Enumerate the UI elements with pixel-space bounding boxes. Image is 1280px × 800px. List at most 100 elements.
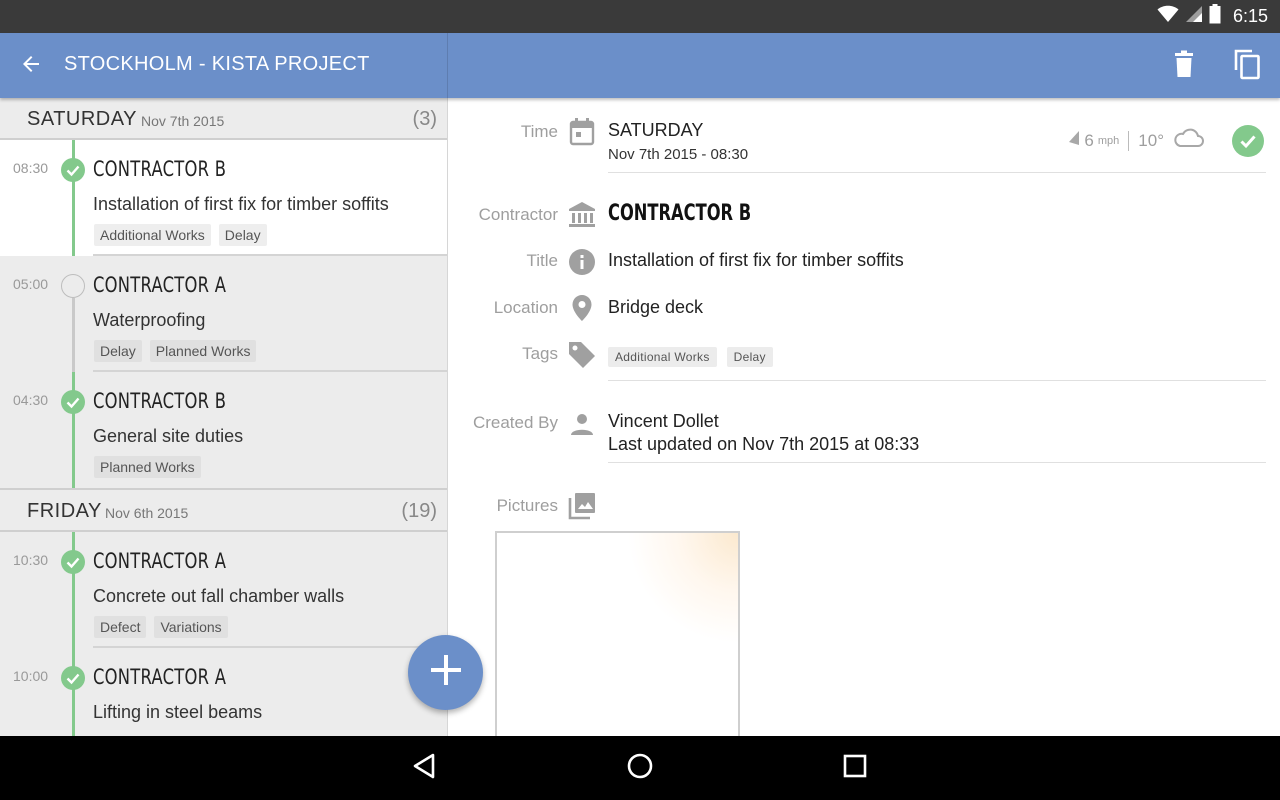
timeline-line	[72, 648, 75, 736]
copy-icon	[1233, 48, 1261, 85]
list-item[interactable]: 08:30 CONTRACTOR B Installation of first…	[0, 140, 447, 256]
entry-contractor: CONTRACTOR B	[93, 389, 227, 413]
trash-icon	[1172, 50, 1196, 83]
bank-icon	[567, 200, 597, 230]
status-bar: 6:15	[0, 0, 1280, 33]
status-done-icon	[61, 390, 85, 414]
pictures-label: Pictures	[496, 496, 558, 515]
day-header: FRIDAY Nov 6th 2015 (19)	[0, 490, 447, 532]
entry-title: General site duties	[93, 426, 244, 446]
created-by-label: Created By	[472, 413, 558, 432]
nav-back-button[interactable]	[406, 750, 442, 786]
tag: Delay	[726, 347, 773, 367]
entry-contractor: CONTRACTOR A	[93, 665, 227, 689]
circle-home-icon	[627, 753, 653, 784]
entry-title: Concrete out fall chamber walls	[93, 586, 345, 606]
tag: Delay	[218, 224, 267, 246]
detail-last-updated: Last updated on Nov 7th 2015 at 08:33	[608, 434, 920, 454]
detail-title: Installation of first fix for timber sof…	[608, 250, 904, 270]
wifi-icon	[1157, 5, 1179, 28]
battery-icon	[1209, 4, 1221, 29]
status-done-icon	[1232, 125, 1264, 157]
day-header: SATURDAY Nov 7th 2015 (3)	[0, 98, 447, 140]
nav-recents-button[interactable]	[837, 750, 873, 786]
entry-title: Lifting in steel beams	[93, 702, 263, 722]
status-open-icon	[61, 274, 85, 298]
tag: Variations	[154, 616, 228, 638]
tag-icon	[567, 340, 597, 370]
wind-direction-icon	[1068, 130, 1080, 151]
list-item[interactable]: 04:30 CONTRACTOR B General site duties P…	[0, 372, 447, 488]
entry-title: Installation of first fix for timber sof…	[93, 194, 389, 214]
day-date: Nov 6th 2015	[105, 505, 189, 521]
location-pin-icon	[567, 293, 597, 323]
entry-time: 10:00	[13, 668, 49, 684]
day-count: (3)	[412, 108, 437, 130]
status-done-icon	[61, 158, 85, 182]
list-item[interactable]: 10:30 CONTRACTOR A Concrete out fall cha…	[0, 532, 447, 648]
timeline-line	[72, 298, 75, 372]
person-icon	[567, 409, 597, 439]
entry-tags: Delay Planned Works	[94, 340, 257, 362]
signal-icon	[1185, 5, 1203, 28]
list-item[interactable]: 05:00 CONTRACTOR A Waterproofing Delay P…	[0, 256, 447, 372]
photo-library-icon	[567, 491, 597, 521]
entry-time: 04:30	[13, 392, 49, 408]
app-bar: STOCKHOLM - KISTA PROJECT	[0, 33, 1280, 98]
triangle-back-icon	[412, 753, 436, 784]
day-count: (19)	[401, 500, 437, 522]
entry-time: 10:30	[13, 552, 49, 568]
detail-location: Bridge deck	[608, 297, 704, 317]
entry-title: Waterproofing	[93, 310, 206, 330]
day-name: SATURDAY	[27, 108, 137, 130]
entry-tags: Additional Works Delay	[94, 224, 267, 246]
entry-contractor: CONTRACTOR A	[93, 273, 227, 297]
arrow-back-icon	[19, 52, 43, 81]
square-recents-icon	[843, 754, 867, 783]
detail-created-by: Vincent Dollet	[608, 411, 719, 431]
tag: Delay	[94, 340, 142, 362]
status-done-icon	[61, 666, 85, 690]
info-icon	[567, 247, 597, 277]
divider	[608, 172, 1266, 173]
list-item[interactable]: 10:00 CONTRACTOR A Lifting in steel beam…	[0, 648, 447, 736]
app-bar-divider	[447, 33, 448, 98]
detail-contractor: CONTRACTOR B	[608, 201, 752, 226]
temperature: 10°	[1138, 130, 1164, 150]
wind-unit: mph	[1097, 134, 1120, 147]
tag: Planned Works	[149, 340, 257, 362]
delete-button[interactable]	[1165, 47, 1203, 85]
detail-tags: Additional Works Delay	[608, 347, 773, 367]
plus-icon	[429, 653, 463, 692]
timeline-list[interactable]: SATURDAY Nov 7th 2015 (3) 08:30 CONTRACT…	[0, 98, 448, 736]
entry-contractor: CONTRACTOR B	[93, 157, 227, 181]
weather-info: 6 mph 10°	[1068, 128, 1204, 153]
contractor-label: Contractor	[478, 205, 558, 224]
wind-speed: 6	[1084, 130, 1094, 150]
tags-label: Tags	[522, 344, 558, 363]
cloud-icon	[1172, 128, 1204, 153]
status-done-icon	[61, 550, 85, 574]
divider	[608, 380, 1266, 381]
detail-datetime: Nov 7th 2015 - 08:30	[608, 146, 749, 163]
copy-button[interactable]	[1228, 47, 1266, 85]
entry-time: 08:30	[13, 160, 49, 176]
app-root: 6:15 STOCKHOLM - KISTA PROJECT SATURDAY …	[0, 0, 1280, 800]
time-label: Time	[520, 122, 558, 141]
detail-day: SATURDAY	[608, 120, 704, 140]
picture-thumbnail[interactable]	[495, 531, 740, 736]
add-entry-button[interactable]	[408, 635, 483, 710]
back-button[interactable]	[14, 49, 48, 83]
day-date: Nov 7th 2015	[141, 113, 225, 129]
tag: Defect	[94, 616, 147, 638]
nav-home-button[interactable]	[622, 750, 658, 786]
location-label: Location	[493, 298, 558, 317]
tag: Planned Works	[94, 456, 201, 478]
entry-contractor: CONTRACTOR A	[93, 549, 227, 573]
day-name: FRIDAY	[27, 500, 102, 522]
page-title: STOCKHOLM - KISTA PROJECT	[64, 53, 370, 75]
entry-tags: Defect Variations	[94, 616, 228, 638]
status-time: 6:15	[1232, 6, 1268, 26]
entry-tags: Planned Works	[94, 456, 201, 478]
tag: Additional Works	[608, 347, 717, 367]
